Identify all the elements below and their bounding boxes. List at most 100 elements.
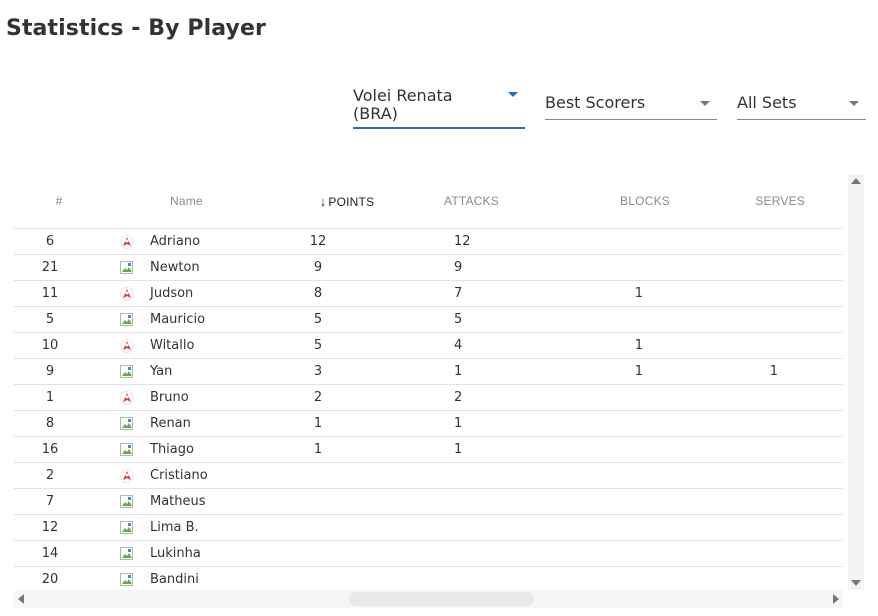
- broken-image-icon: [120, 546, 134, 561]
- cell-points: [276, 540, 418, 567]
- sets-select[interactable]: All Sets: [737, 94, 866, 120]
- col-header-number[interactable]: #: [14, 174, 104, 229]
- cell-photo: [104, 384, 150, 411]
- cell-number: 2: [14, 462, 104, 489]
- cell-name[interactable]: Witallo: [150, 332, 276, 359]
- table-row[interactable]: 1 Bruno 2 2: [14, 384, 843, 411]
- cell-serves: [704, 566, 843, 588]
- cell-name[interactable]: Bruno: [150, 384, 276, 411]
- cell-name[interactable]: Newton: [150, 254, 276, 281]
- cell-blocks: [560, 410, 704, 437]
- cell-points: 1: [276, 410, 418, 437]
- chevron-down-icon: [700, 101, 710, 106]
- scroll-right-arrow-icon[interactable]: [833, 594, 839, 604]
- team-select-value: Volei Renata (BRA): [353, 86, 453, 123]
- cell-blocks: [560, 540, 704, 567]
- col-header-points-label: POINTS: [328, 194, 375, 209]
- cell-attacks: [418, 540, 560, 567]
- cell-number: 9: [14, 358, 104, 385]
- cell-name[interactable]: Matheus: [150, 488, 276, 515]
- cell-attacks: 1: [418, 358, 560, 385]
- player-stats-table: # Name ↓ POINTS ATTACKS BLOCKS SERVES 6 Ad…: [14, 174, 843, 588]
- cell-points: [276, 488, 418, 515]
- table-row[interactable]: 16 Thiago 1 1: [14, 436, 843, 463]
- cell-number: 6: [14, 228, 104, 255]
- table-row[interactable]: 5 Mauricio 5 5: [14, 306, 843, 333]
- cell-name[interactable]: Thiago: [150, 436, 276, 463]
- col-header-photo: [104, 174, 150, 229]
- cell-blocks: [560, 384, 704, 411]
- table-row[interactable]: 2 Cristiano: [14, 462, 843, 489]
- cell-serves: [704, 306, 843, 333]
- cell-photo: [104, 514, 150, 541]
- col-header-name-label: Name: [170, 194, 203, 208]
- cell-name[interactable]: Bandini: [150, 566, 276, 588]
- table-row[interactable]: 12 Lima B.: [14, 514, 843, 541]
- cell-name[interactable]: Judson: [150, 280, 276, 307]
- cell-name[interactable]: Cristiano: [150, 462, 276, 489]
- cell-photo: [104, 488, 150, 515]
- cell-attacks: 1: [418, 410, 560, 437]
- cell-attacks: [418, 462, 560, 489]
- cell-number: 16: [14, 436, 104, 463]
- cell-points: 3: [276, 358, 418, 385]
- col-header-attacks[interactable]: ATTACKS: [418, 174, 560, 229]
- cell-photo: [104, 332, 150, 359]
- cell-points: [276, 514, 418, 541]
- table-row[interactable]: 10 Witallo 5 4 1: [14, 332, 843, 359]
- col-header-blocks[interactable]: BLOCKS: [560, 174, 704, 229]
- cell-blocks: [560, 436, 704, 463]
- scroll-down-arrow-icon[interactable]: [851, 580, 861, 586]
- scroll-up-arrow-icon[interactable]: [851, 178, 861, 184]
- page-title: Statistics - By Player: [6, 16, 266, 41]
- cell-serves: [704, 228, 843, 255]
- stat-type-select-value: Best Scorers: [545, 93, 646, 112]
- cell-points: 5: [276, 332, 418, 359]
- cell-number: 21: [14, 254, 104, 281]
- sets-select-value: All Sets: [737, 93, 797, 112]
- cell-name[interactable]: Mauricio: [150, 306, 276, 333]
- broken-image-icon: [120, 364, 134, 379]
- sort-desc-arrow-icon: ↓: [319, 193, 327, 209]
- horizontal-scrollbar[interactable]: [14, 590, 843, 608]
- cell-name[interactable]: Renan: [150, 410, 276, 437]
- scroll-left-arrow-icon[interactable]: [18, 594, 24, 604]
- cell-photo: [104, 306, 150, 333]
- cell-name[interactable]: Lukinha: [150, 540, 276, 567]
- cell-photo: [104, 540, 150, 567]
- cell-name[interactable]: Adriano: [150, 228, 276, 255]
- col-header-points[interactable]: ↓ POINTS: [276, 174, 418, 229]
- scrollbar-thumb[interactable]: [349, 592, 534, 606]
- vertical-scrollbar[interactable]: [848, 174, 864, 590]
- cell-serves: [704, 332, 843, 359]
- col-header-serves[interactable]: SERVES: [704, 174, 843, 229]
- cell-attacks: [418, 566, 560, 588]
- cell-number: 5: [14, 306, 104, 333]
- table-row[interactable]: 8 Renan 1 1: [14, 410, 843, 437]
- cell-serves: [704, 540, 843, 567]
- broken-image-icon: [120, 416, 134, 431]
- table-row[interactable]: 20 Bandini: [14, 566, 843, 588]
- table-row[interactable]: 11 Judson 8 7 1: [14, 280, 843, 307]
- table-row[interactable]: 14 Lukinha: [14, 540, 843, 567]
- cell-blocks: 1: [560, 332, 704, 359]
- team-select[interactable]: Volei Renata (BRA): [353, 84, 525, 129]
- cell-blocks: [560, 306, 704, 333]
- broken-image-icon: [120, 442, 134, 457]
- cell-number: 11: [14, 280, 104, 307]
- table-row[interactable]: 6 Adriano 12 12: [14, 228, 843, 255]
- stat-type-select[interactable]: Best Scorers: [545, 94, 717, 120]
- cell-points: 5: [276, 306, 418, 333]
- table-row[interactable]: 7 Matheus: [14, 488, 843, 515]
- col-header-name[interactable]: Name: [150, 174, 276, 229]
- table-row[interactable]: 9 Yan 3 1 1 1: [14, 358, 843, 385]
- player-avatar-icon: [120, 390, 134, 405]
- chevron-down-icon: [849, 101, 859, 106]
- table-row[interactable]: 21 Newton 9 9: [14, 254, 843, 281]
- player-avatar-icon: [120, 468, 134, 483]
- cell-name[interactable]: Yan: [150, 358, 276, 385]
- cell-name[interactable]: Lima B.: [150, 514, 276, 541]
- cell-photo: [104, 254, 150, 281]
- cell-number: 7: [14, 488, 104, 515]
- cell-attacks: 4: [418, 332, 560, 359]
